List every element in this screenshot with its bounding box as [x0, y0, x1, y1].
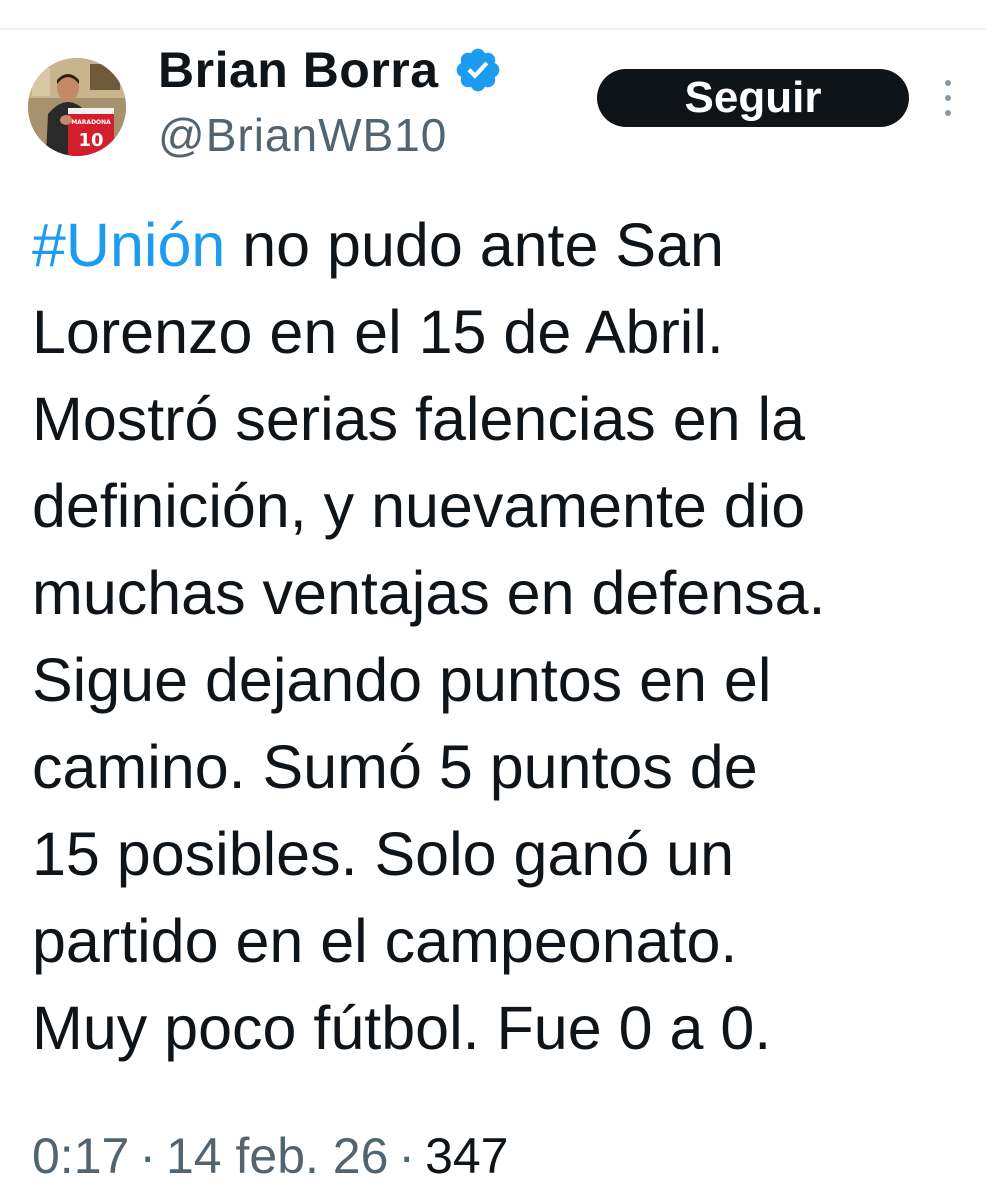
verified-badge-icon — [453, 45, 503, 95]
more-dot — [945, 80, 951, 86]
user-handle[interactable]: @BrianWB10 — [158, 108, 447, 162]
more-dot — [945, 110, 951, 116]
avatar[interactable]: MARADONA 10 — [28, 58, 126, 156]
more-dot — [945, 95, 951, 101]
tweet-body: no pudo ante San Lorenzo en el 15 de Abr… — [32, 211, 826, 1062]
name-row: Brian Borra — [158, 40, 503, 100]
tweet-text: #Unión no pudo ante San Lorenzo en el 15… — [32, 202, 962, 1072]
tweet-time[interactable]: 0:17 — [32, 1128, 129, 1184]
hashtag-link[interactable]: #Unión — [32, 211, 225, 279]
more-vertical-icon[interactable] — [936, 80, 960, 116]
display-name[interactable]: Brian Borra — [158, 41, 439, 99]
view-count[interactable]: 347 — [425, 1128, 508, 1184]
follow-button[interactable]: Seguir — [597, 69, 909, 127]
meta-separator: · — [398, 1128, 416, 1184]
avatar-jersey-number: 10 — [78, 130, 103, 151]
tweet-header: MARADONA 10 Brian Borra @BrianWB10 Segui… — [0, 0, 986, 180]
avatar-jersey-text: MARADONA — [71, 119, 111, 126]
tweet-date[interactable]: 14 feb. 26 — [166, 1128, 388, 1184]
tweet-meta: 0:17 · 14 feb. 26 · 347 — [32, 1124, 509, 1188]
meta-separator: · — [139, 1128, 156, 1184]
